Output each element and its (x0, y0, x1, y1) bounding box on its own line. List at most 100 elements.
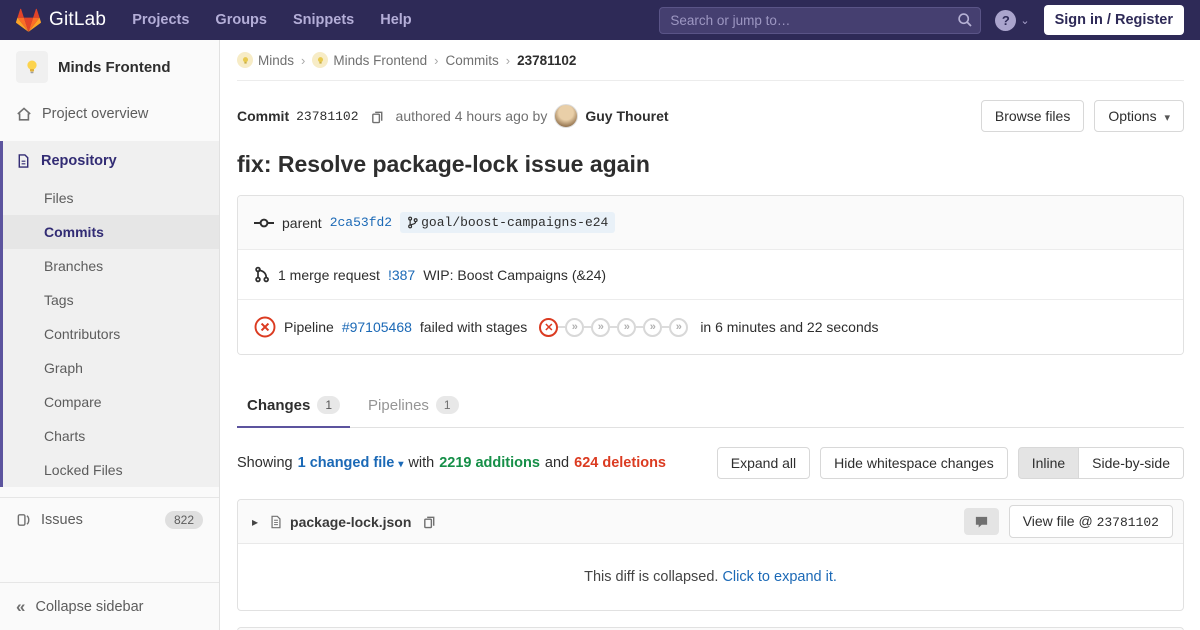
breadcrumb-project[interactable]: Minds Frontend (312, 52, 427, 68)
diff-view-toggle: Inline Side-by-side (1017, 447, 1184, 479)
author-name[interactable]: Guy Thouret (585, 108, 668, 124)
stage-skipped-icon[interactable]: » (643, 317, 663, 337)
breadcrumb-commits[interactable]: Commits (446, 53, 499, 68)
merge-request-link[interactable]: !387 (388, 267, 415, 283)
sidebar-item-issues[interactable]: Issues 822 (0, 497, 219, 541)
commit-label: Commit (237, 108, 290, 124)
changed-files-dropdown[interactable]: 1 changed file ▾ (298, 455, 404, 471)
navbar-right: ? ⌄ Sign in / Register (659, 5, 1184, 35)
breadcrumb-group[interactable]: Minds (237, 52, 294, 68)
brand-text: GitLab (49, 9, 107, 30)
sidebar-item-tags[interactable]: Tags (3, 283, 219, 317)
gitlab-logo[interactable]: GitLab (16, 8, 106, 33)
side-by-side-view-button[interactable]: Side-by-side (1079, 447, 1184, 479)
sidebar-item-project-overview[interactable]: Project overview (0, 95, 219, 133)
breadcrumb-current-sha: 23781102 (517, 52, 577, 68)
home-icon (16, 106, 32, 122)
commit-actions: Browse files Options ▾ (980, 100, 1184, 132)
with-label: with (408, 455, 435, 471)
sidebar-section-repository: Repository Files Commits Branches Tags C… (0, 141, 219, 487)
merge-request-count: 1 merge request (278, 266, 380, 283)
diff-collapsed-message: This diff is collapsed. Click to expand … (238, 544, 1183, 610)
nav-groups[interactable]: Groups (215, 12, 267, 28)
author-avatar[interactable] (554, 104, 579, 128)
breadcrumb-separator: › (434, 52, 439, 68)
stage-connector (662, 326, 670, 328)
file-actions: View file @ 23781102 (963, 505, 1173, 538)
expand-diff-link[interactable]: Click to expand it. (722, 569, 836, 585)
sidebar-item-contributors[interactable]: Contributors (3, 317, 219, 351)
tab-pipelines[interactable]: Pipelines 1 (358, 384, 469, 427)
nav-projects[interactable]: Projects (132, 12, 189, 28)
search-icon[interactable] (957, 12, 973, 28)
project-sidebar: Minds Frontend Project overview Reposito… (0, 40, 220, 630)
collapse-sidebar-button[interactable]: « Collapse sidebar (0, 582, 219, 630)
commit-info-box: parent 2ca53fd2 goal/boost-campaigns-e24 (237, 195, 1184, 355)
stage-skipped-icon[interactable]: » (617, 317, 637, 337)
file-name[interactable]: package-lock.json (290, 514, 411, 530)
sidebar-item-commits[interactable]: Commits (3, 215, 219, 249)
branch-icon (408, 216, 418, 229)
stage-skipped-icon[interactable]: » (565, 317, 585, 337)
parent-label: parent (282, 214, 322, 231)
diff-stats-text: Showing 1 changed file ▾ with 2219 addit… (237, 455, 666, 471)
sidebar-item-compare[interactable]: Compare (3, 385, 219, 419)
inline-view-button[interactable]: Inline (1017, 447, 1080, 479)
view-file-button[interactable]: View file @ 23781102 (1008, 505, 1173, 538)
commit-title: fix: Resolve package-lock issue again (237, 151, 650, 177)
pipeline-id-link[interactable]: #97105468 (342, 319, 412, 335)
browse-files-button[interactable]: Browse files (980, 100, 1085, 132)
sidebar-item-charts[interactable]: Charts (3, 419, 219, 453)
branch-ref-label[interactable]: goal/boost-campaigns-e24 (400, 212, 616, 233)
hide-whitespace-button[interactable]: Hide whitespace changes (820, 447, 1008, 479)
showing-label: Showing (237, 455, 293, 471)
view-file-sha: 23781102 (1096, 515, 1159, 530)
top-navbar: GitLab Projects Groups Snippets Help ? ⌄… (0, 0, 1200, 40)
sidebar-item-branches[interactable]: Branches (3, 249, 219, 283)
help-dropdown[interactable]: ? ⌄ (995, 9, 1030, 31)
collapsed-text: This diff is collapsed. (584, 569, 719, 585)
stage-failed-icon[interactable]: ✕ (539, 317, 559, 337)
search-input[interactable] (659, 6, 982, 34)
stage-connector (636, 326, 644, 328)
collapse-sidebar-label: Collapse sidebar (35, 598, 144, 615)
sidebar-item-label: Project overview (42, 106, 149, 122)
project-avatar (16, 51, 48, 83)
copy-commit-sha-button[interactable] (370, 109, 385, 124)
pipeline-status-text: failed with stages (419, 319, 528, 335)
copy-file-path-button[interactable] (422, 514, 437, 529)
sidebar-item-locked-files[interactable]: Locked Files (3, 453, 219, 487)
sidebar-item-repository[interactable]: Repository (3, 141, 219, 181)
stage-skipped-icon[interactable]: » (669, 317, 689, 337)
caret-right-icon[interactable]: ▸ (248, 513, 262, 531)
breadcrumb-project-label: Minds Frontend (333, 52, 428, 68)
expand-all-button[interactable]: Expand all (716, 447, 811, 479)
pipeline-mini-graph: ✕ » » » » » (539, 317, 689, 337)
breadcrumb-group-label: Minds (258, 52, 295, 68)
sign-in-button[interactable]: Sign in / Register (1043, 5, 1184, 35)
stage-connector (558, 326, 566, 328)
nav-menu: Projects Groups Snippets Help (132, 12, 411, 28)
stage-skipped-icon[interactable]: » (591, 317, 611, 337)
commit-tabs: Changes 1 Pipelines 1 (237, 384, 1184, 428)
project-context-header[interactable]: Minds Frontend (0, 40, 219, 95)
help-icon: ? (995, 9, 1017, 31)
group-avatar (237, 52, 253, 68)
merge-request-icon (254, 266, 270, 283)
sidebar-item-files[interactable]: Files (3, 181, 219, 215)
diff-file-header: ▸ package-lock.json View file @ 23781102 (238, 500, 1183, 544)
sidebar-item-graph[interactable]: Graph (3, 351, 219, 385)
toggle-comments-button[interactable] (963, 508, 999, 535)
caret-down-icon: ▾ (398, 459, 404, 470)
options-dropdown-button[interactable]: Options ▾ (1094, 100, 1184, 132)
search-container (659, 6, 982, 34)
pipeline-label: Pipeline (284, 319, 334, 335)
caret-down-icon: ▾ (1164, 112, 1170, 124)
nav-snippets[interactable]: Snippets (293, 12, 354, 28)
parent-sha-link[interactable]: 2ca53fd2 (330, 215, 392, 230)
nav-help[interactable]: Help (380, 12, 411, 28)
project-title: Minds Frontend (58, 58, 171, 76)
commit-icon (254, 216, 274, 230)
tab-changes[interactable]: Changes 1 (237, 384, 351, 428)
issues-count-badge: 822 (164, 510, 203, 529)
